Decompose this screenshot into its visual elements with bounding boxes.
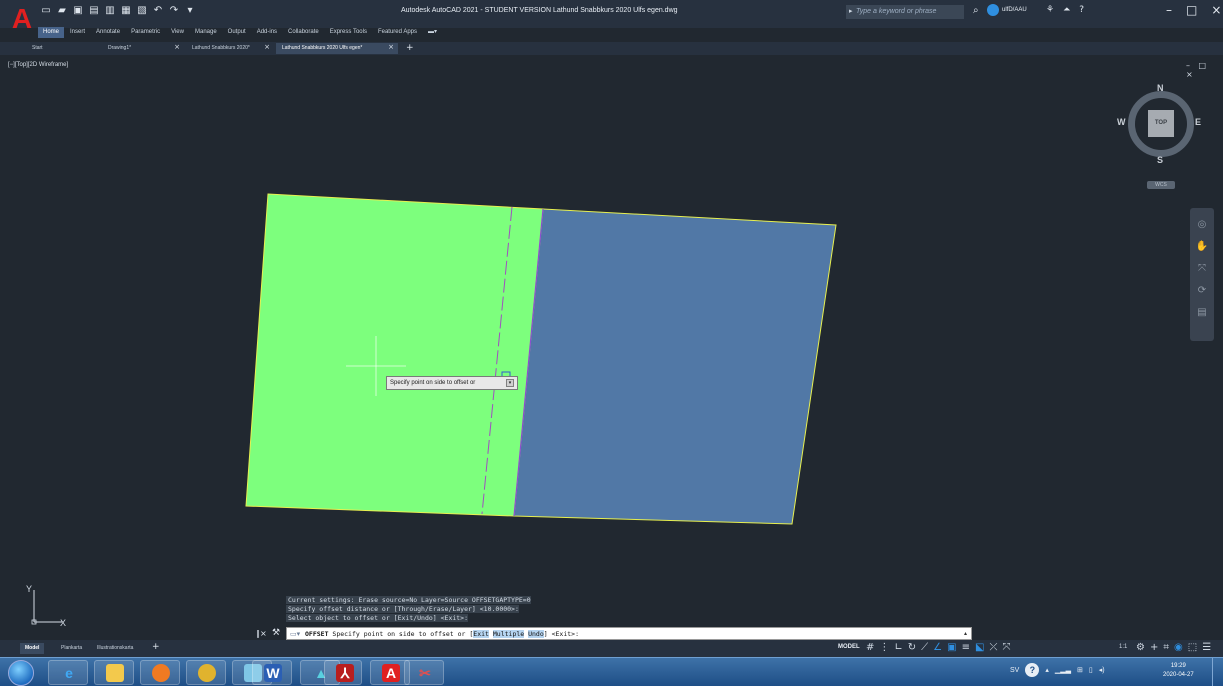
windows-taskbar: e W ▲ ⅄ A ✂ SV ? ▴ ▁▂▃ ⊞ ▯ ◂) 19:29 2020… [0, 657, 1223, 686]
options-down-arrow-icon[interactable]: ▾ [506, 379, 514, 387]
show-desktop-button[interactable] [1212, 658, 1223, 686]
volume-icon[interactable]: ◂) [1099, 666, 1105, 674]
layout-tab-plankarta[interactable]: Plankarta [56, 643, 87, 654]
snipping-tool-icon: ✂ [419, 665, 431, 681]
annotation-scale[interactable]: 1:1 [1119, 644, 1127, 650]
option-exit[interactable]: Exit [473, 630, 489, 638]
option-multiple[interactable]: Multiple [492, 630, 525, 638]
system-tray: SV ? ▴ ▁▂▃ ⊞ ▯ ◂) [1010, 663, 1105, 677]
command-history-line: Specify offset distance or [Through/Eras… [286, 605, 519, 613]
layout-tab-model[interactable]: Model [20, 643, 45, 654]
autocad-window: A ▭ ▰ ▣ ▤ ▥ ▦ ▧ ↶ ↷ ▾ Autodesk AutoCAD 2… [0, 0, 1223, 686]
recent-commands-icon[interactable]: ▭▾ [290, 630, 302, 638]
zoom-extents-icon[interactable]: ⤧ [1194, 262, 1210, 276]
status-bar: Model Plankarta Illustrationskarta + MOD… [0, 640, 1223, 657]
language-indicator[interactable]: SV [1010, 667, 1019, 674]
compass-east[interactable]: E [1195, 117, 1201, 127]
word-icon: W [264, 664, 282, 682]
clock[interactable]: 19:29 2020-04-27 [1163, 662, 1194, 680]
help-icon[interactable]: ? [1025, 663, 1040, 677]
command-history-line: Select object to offset or [Exit/Undo] <… [286, 614, 469, 622]
command-history: Current settings: Erase source=No Layer=… [286, 596, 586, 626]
taskbar-app-firefox[interactable] [140, 660, 180, 685]
network-icon[interactable]: ⊞ [1077, 666, 1083, 674]
command-history-toggle-icon[interactable]: ▴ [964, 630, 967, 637]
model-space-toggle[interactable]: MODEL [838, 644, 860, 650]
command-line-close-icon[interactable]: ∥× [256, 627, 272, 640]
green-region[interactable] [245, 193, 544, 517]
grid-icon[interactable]: # [866, 642, 874, 654]
viewcube-top-face[interactable]: TOP [1148, 110, 1174, 137]
taskbar-app-word[interactable]: W [252, 660, 292, 685]
compass-west[interactable]: W [1117, 117, 1126, 127]
workspace-gear-icon[interactable]: ⚙ [1136, 642, 1145, 654]
steering-wheel-icon[interactable]: ◎ [1194, 218, 1210, 232]
selection-cycling-icon[interactable]: ⤫ [989, 642, 997, 654]
navigation-bar: ◎ ✋ ⤧ ⟳ ▤ [1190, 208, 1214, 341]
add-layout-icon[interactable]: + [152, 642, 160, 652]
pan-icon[interactable]: ✋ [1194, 240, 1210, 254]
customization-menu-icon[interactable]: ☰ [1202, 642, 1211, 654]
isolate-objects-icon[interactable]: ◉ [1174, 642, 1183, 654]
ucs-icon: Y X [26, 584, 66, 628]
status-tools-right: ⚙ + ⌗ ◉ ⬚ ☰ [1136, 642, 1211, 654]
clean-screen-icon[interactable]: ⬚ [1188, 642, 1197, 654]
object-snap-tracking-icon[interactable]: ∠ [933, 642, 942, 654]
isodraft-icon[interactable]: ⟋ [921, 642, 928, 654]
prompt-text: Specify point on side to offset or [ [332, 630, 474, 638]
firefox-icon [152, 664, 170, 682]
status-tools: # ⋮ ∟ ↻ ⟋ ∠ ▣ ≡ ⬕ ⤫ ⤧ [866, 642, 1010, 654]
power-icon[interactable]: ▯ [1089, 666, 1093, 674]
object-snap-icon[interactable]: ▣ [947, 642, 956, 654]
taskbar-app-ie[interactable]: e [48, 660, 88, 685]
orbit-icon[interactable]: ⟳ [1194, 284, 1210, 298]
start-button[interactable] [8, 660, 34, 686]
option-undo[interactable]: Undo [528, 630, 544, 638]
compass-north[interactable]: N [1157, 83, 1164, 93]
layout-tab-illustrationskarta[interactable]: Illustrationskarta [92, 643, 138, 654]
command-history-line: Current settings: Erase source=No Layer=… [286, 596, 531, 604]
tooltip-text: Specify point on side to offset or [390, 380, 476, 386]
taskbar-app-chrome[interactable] [186, 660, 226, 685]
lineweight-icon[interactable]: ≡ [962, 642, 970, 654]
signal-icon[interactable]: ▁▂▃ [1055, 666, 1071, 674]
prompt-end: ] <Exit>: [543, 630, 579, 638]
viewcube[interactable]: TOP N S E W [1117, 83, 1201, 165]
blue-region[interactable] [513, 208, 837, 525]
taskbar-app-acrobat[interactable]: ⅄ [324, 660, 362, 685]
command-name: OFFSET [305, 630, 329, 638]
ucs-x-label: X [60, 618, 66, 628]
command-input[interactable]: ▭▾ OFFSET Specify point on side to offse… [286, 627, 972, 640]
internet-explorer-icon: e [65, 665, 73, 681]
compass-south[interactable]: S [1157, 155, 1163, 165]
wcs-menu-button[interactable]: WCS [1147, 181, 1175, 189]
folder-icon [106, 664, 124, 682]
ucs-y-label: Y [26, 584, 32, 594]
clock-time: 19:29 [1170, 663, 1186, 669]
command-prompt: OFFSET Specify point on side to offset o… [305, 628, 579, 640]
transparency-icon[interactable]: ⬕ [975, 642, 984, 654]
drawing-canvas[interactable] [0, 0, 1223, 686]
plus-icon[interactable]: + [1150, 642, 1158, 654]
clock-date: 2020-04-27 [1163, 672, 1194, 678]
units-icon[interactable]: ⌗ [1163, 642, 1169, 654]
dynamic-input-tooltip: Specify point on side to offset or ▾ [386, 376, 518, 390]
taskbar-app-explorer[interactable] [94, 660, 134, 685]
ortho-icon[interactable]: ∟ [894, 642, 902, 654]
command-line: ∥× ⚒ ▭▾ OFFSET Specify point on side to … [256, 627, 972, 640]
snap-icon[interactable]: ⋮ [879, 642, 889, 654]
chrome-icon [198, 664, 216, 682]
showmotion-icon[interactable]: ▤ [1194, 306, 1210, 320]
customize-wrench-icon[interactable]: ⚒ [272, 627, 284, 640]
polar-icon[interactable]: ↻ [908, 642, 916, 654]
taskbar-app-snipping[interactable]: ✂ [404, 660, 444, 685]
annotation-visibility-icon[interactable]: ⤧ [1002, 642, 1010, 654]
tray-expand-icon[interactable]: ▴ [1045, 666, 1049, 674]
acrobat-icon: ⅄ [336, 664, 354, 682]
autocad-icon: A [382, 664, 400, 682]
